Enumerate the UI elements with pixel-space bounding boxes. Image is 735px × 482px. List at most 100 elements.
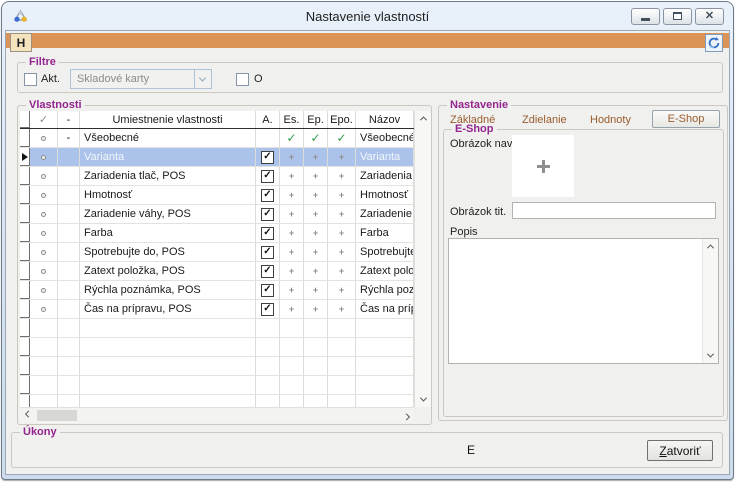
header-epo[interactable]: Epo. bbox=[328, 111, 356, 128]
row-name-cell[interactable]: Varianta bbox=[356, 148, 414, 166]
row-selector-cell[interactable] bbox=[20, 148, 30, 166]
row-active-cell[interactable]: ✓ bbox=[256, 224, 280, 242]
row-name-cell[interactable]: Rýchla poznámka, POS bbox=[356, 281, 414, 299]
tab-hodnoty[interactable]: Hodnoty bbox=[590, 114, 631, 126]
row-active-cell[interactable]: ✓ bbox=[256, 300, 280, 318]
titlebar[interactable]: Nastavenie vlastností ✕ bbox=[2, 2, 733, 30]
row-name-cell[interactable]: Farba bbox=[356, 224, 414, 242]
row-selector-cell[interactable] bbox=[20, 167, 30, 185]
row-location-cell[interactable]: Všeobecné bbox=[80, 129, 256, 147]
table-horizontal-scrollbar[interactable] bbox=[20, 407, 414, 423]
row-name-cell[interactable]: Zariadenia tlač, POS bbox=[356, 167, 414, 185]
empty-cell bbox=[58, 319, 80, 337]
active-checkbox[interactable]: ✓ bbox=[261, 284, 274, 297]
table-row[interactable]: Spotrebujte do, POS✓+++Spotrebujte do, P… bbox=[20, 243, 414, 262]
header-check[interactable]: ✓ bbox=[30, 111, 58, 128]
row-location-cell[interactable]: Zariadenie váhy, POS bbox=[80, 205, 256, 223]
row-active-cell[interactable]: ✓ bbox=[256, 148, 280, 166]
active-checkbox[interactable]: ✓ bbox=[261, 265, 274, 278]
active-checkbox[interactable]: ✓ bbox=[261, 246, 274, 259]
active-checkbox[interactable]: ✓ bbox=[261, 303, 274, 316]
table-row[interactable]: -Všeobecné✓✓✓Všeobecné bbox=[20, 129, 414, 148]
row-selector-cell[interactable] bbox=[20, 129, 30, 147]
h-button[interactable]: H bbox=[10, 33, 32, 52]
row-active-cell[interactable]: ✓ bbox=[256, 281, 280, 299]
row-location-cell[interactable]: Farba bbox=[80, 224, 256, 242]
table-row[interactable]: Čas na prípravu, POS✓+++Čas na prípravu,… bbox=[20, 300, 414, 319]
row-name-cell[interactable]: Zatext položka, POS bbox=[356, 262, 414, 280]
o-checkbox[interactable] bbox=[236, 73, 249, 86]
table-row[interactable]: Hmotnosť✓+++Hmotnosť bbox=[20, 186, 414, 205]
close-button[interactable]: ✕ bbox=[695, 8, 724, 25]
row-active-cell[interactable]: ✓ bbox=[256, 167, 280, 185]
table-vertical-scrollbar[interactable] bbox=[414, 111, 431, 407]
row-active-cell[interactable]: ✓ bbox=[256, 186, 280, 204]
active-checkbox[interactable]: ✓ bbox=[261, 170, 274, 183]
table-row[interactable]: Farba✓+++Farba bbox=[20, 224, 414, 243]
active-checkbox[interactable]: ✓ bbox=[261, 208, 274, 221]
header-dash[interactable]: - bbox=[58, 111, 80, 128]
header-name[interactable]: Názov bbox=[356, 111, 414, 128]
scroll-left-icon[interactable] bbox=[20, 408, 36, 423]
description-textarea[interactable] bbox=[448, 238, 719, 364]
scrollbar-thumb[interactable] bbox=[37, 410, 77, 421]
row-name-cell[interactable]: Zariadenie váhy, POS bbox=[356, 205, 414, 223]
active-checkbox[interactable]: ✓ bbox=[261, 151, 274, 164]
image-nav-dropzone[interactable] bbox=[512, 135, 574, 197]
row-location-cell[interactable]: Varianta bbox=[80, 148, 256, 166]
table-row[interactable]: Zariadenia tlač, POS✓+++Zariadenia tlač,… bbox=[20, 167, 414, 186]
row-active-cell[interactable] bbox=[256, 129, 280, 147]
row-mark-cell: + bbox=[304, 262, 328, 280]
header-ep[interactable]: Ep. bbox=[304, 111, 328, 128]
row-location-cell[interactable]: Hmotnosť bbox=[80, 186, 256, 204]
tab-eshop-button[interactable]: E-Shop bbox=[652, 110, 720, 128]
textarea-scroll-down-icon[interactable] bbox=[703, 348, 718, 363]
row-mark-cell: + bbox=[328, 205, 356, 223]
row-active-cell[interactable]: ✓ bbox=[256, 205, 280, 223]
row-location-cell[interactable]: Čas na prípravu, POS bbox=[80, 300, 256, 318]
textarea-scroll-up-icon[interactable] bbox=[703, 239, 718, 254]
empty-cell bbox=[30, 376, 58, 394]
row-location-cell[interactable]: Spotrebujte do, POS bbox=[80, 243, 256, 261]
row-location-cell[interactable]: Rýchla poznámka, POS bbox=[80, 281, 256, 299]
scroll-up-icon[interactable] bbox=[415, 111, 431, 126]
row-selector-cell[interactable] bbox=[20, 243, 30, 261]
table-row[interactable]: Zatext položka, POS✓+++Zatext položka, P… bbox=[20, 262, 414, 281]
row-active-cell[interactable]: ✓ bbox=[256, 262, 280, 280]
row-active-cell[interactable]: ✓ bbox=[256, 243, 280, 261]
table-row[interactable]: Rýchla poznámka, POS✓+++Rýchla poznámka,… bbox=[20, 281, 414, 300]
row-selector-cell[interactable] bbox=[20, 262, 30, 280]
active-checkbox[interactable]: ✓ bbox=[261, 227, 274, 240]
e-label: E bbox=[467, 443, 475, 457]
row-selector-cell[interactable] bbox=[20, 205, 30, 223]
zatvorit-button[interactable]: Zatvoriť bbox=[647, 440, 713, 461]
image-title-input[interactable] bbox=[512, 202, 716, 219]
row-selector-cell[interactable] bbox=[20, 224, 30, 242]
table-row[interactable]: Varianta✓+++Varianta bbox=[20, 148, 414, 167]
akt-checkbox[interactable] bbox=[24, 73, 37, 86]
row-name-cell[interactable]: Všeobecné bbox=[356, 129, 414, 147]
row-location-cell[interactable]: Zatext položka, POS bbox=[80, 262, 256, 280]
row-dash-cell bbox=[58, 243, 80, 261]
textarea-scrollbar[interactable] bbox=[702, 239, 718, 363]
tab-zdielanie[interactable]: Zdielanie bbox=[522, 114, 567, 126]
refresh-button[interactable] bbox=[705, 34, 723, 52]
category-select[interactable]: Skladové karty bbox=[70, 69, 212, 89]
row-selector-cell[interactable] bbox=[20, 186, 30, 204]
row-name-cell[interactable]: Čas na prípravu, POS bbox=[356, 300, 414, 318]
table-row[interactable]: Zariadenie váhy, POS✓+++Zariadenie váhy,… bbox=[20, 205, 414, 224]
scroll-right-icon[interactable] bbox=[398, 408, 414, 423]
maximize-button[interactable] bbox=[663, 8, 692, 25]
scroll-down-icon[interactable] bbox=[415, 392, 431, 407]
active-checkbox[interactable]: ✓ bbox=[261, 189, 274, 202]
row-mark-cell: + bbox=[280, 148, 304, 166]
minimize-button[interactable] bbox=[631, 8, 660, 25]
row-name-cell[interactable]: Hmotnosť bbox=[356, 186, 414, 204]
row-name-cell[interactable]: Spotrebujte do, POS bbox=[356, 243, 414, 261]
row-selector-cell[interactable] bbox=[20, 281, 30, 299]
header-active[interactable]: A. bbox=[256, 111, 280, 128]
header-es[interactable]: Es. bbox=[280, 111, 304, 128]
header-location[interactable]: Umiestnenie vlastnosti bbox=[80, 111, 256, 128]
row-location-cell[interactable]: Zariadenia tlač, POS bbox=[80, 167, 256, 185]
row-selector-cell[interactable] bbox=[20, 300, 30, 318]
